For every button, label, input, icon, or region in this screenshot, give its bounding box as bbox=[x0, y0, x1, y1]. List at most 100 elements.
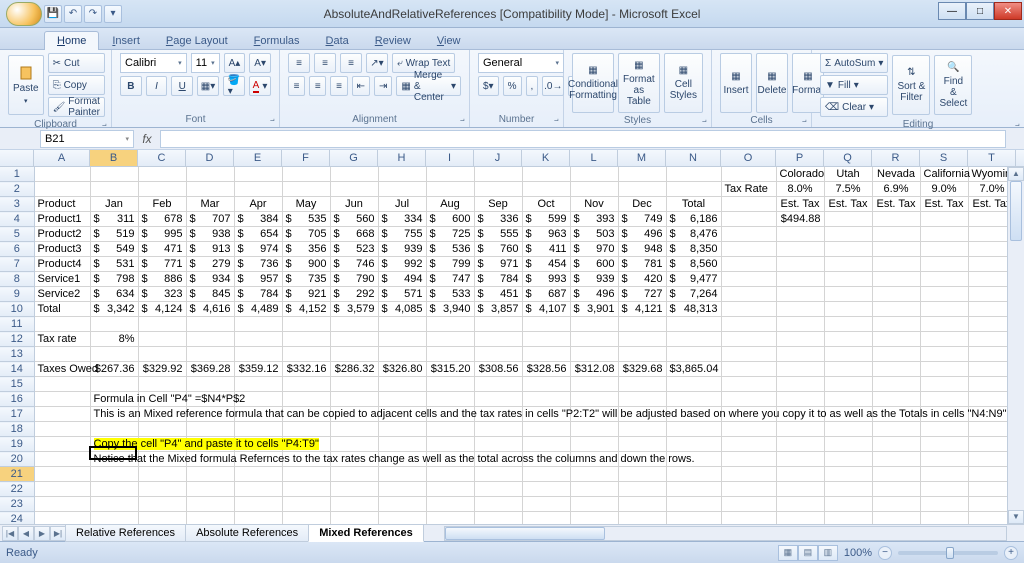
row-header-12[interactable]: 12 bbox=[0, 332, 34, 347]
qat-redo[interactable]: ↷ bbox=[84, 5, 102, 23]
cell-B16[interactable]: Formula in Cell "P4" =$N4*P$2 bbox=[90, 392, 138, 407]
cell-H24[interactable] bbox=[378, 512, 426, 525]
cell-S15[interactable] bbox=[920, 377, 968, 392]
increase-indent-button[interactable]: ⇥ bbox=[374, 76, 392, 96]
cell-P12[interactable] bbox=[776, 332, 824, 347]
cell-L12[interactable] bbox=[570, 332, 618, 347]
close-button[interactable]: ✕ bbox=[994, 2, 1022, 20]
cell-B9[interactable]: $634 bbox=[90, 287, 138, 302]
cell-H5[interactable]: $755 bbox=[378, 227, 426, 242]
cell-R23[interactable] bbox=[872, 497, 920, 512]
cell-B21[interactable] bbox=[90, 467, 138, 482]
cell-R21[interactable] bbox=[872, 467, 920, 482]
cell-L10[interactable]: $3,901 bbox=[570, 302, 618, 317]
cell-J15[interactable] bbox=[474, 377, 522, 392]
cell-R11[interactable] bbox=[872, 317, 920, 332]
cell-C15[interactable] bbox=[138, 377, 186, 392]
cell-N20[interactable] bbox=[666, 452, 721, 467]
cell-B15[interactable] bbox=[90, 377, 138, 392]
cell-S18[interactable] bbox=[920, 422, 968, 437]
cell-B1[interactable] bbox=[90, 167, 138, 182]
merge-center-button[interactable]: ▦ Merge & Center ▾ bbox=[396, 76, 461, 96]
cell-L8[interactable]: $939 bbox=[570, 272, 618, 287]
cell-F8[interactable]: $735 bbox=[282, 272, 330, 287]
cell-C13[interactable] bbox=[138, 347, 186, 362]
cell-M4[interactable]: $749 bbox=[618, 212, 666, 227]
row-header-9[interactable]: 9 bbox=[0, 287, 34, 302]
cell-S11[interactable] bbox=[920, 317, 968, 332]
cell-E9[interactable]: $784 bbox=[234, 287, 282, 302]
cell-M18[interactable] bbox=[618, 422, 666, 437]
cell-N4[interactable]: $6,186 bbox=[666, 212, 721, 227]
cell-D17[interactable] bbox=[186, 407, 234, 422]
cell-L7[interactable]: $600 bbox=[570, 257, 618, 272]
autosum-button[interactable]: Σ AutoSum ▾ bbox=[820, 53, 888, 73]
cell-F22[interactable] bbox=[282, 482, 330, 497]
cell-N15[interactable] bbox=[666, 377, 721, 392]
cell-E1[interactable] bbox=[234, 167, 282, 182]
cell-A4[interactable]: Product1 bbox=[34, 212, 90, 227]
cell-L21[interactable] bbox=[570, 467, 618, 482]
cell-B5[interactable]: $519 bbox=[90, 227, 138, 242]
cell-J17[interactable] bbox=[474, 407, 522, 422]
formula-input[interactable] bbox=[160, 130, 1006, 148]
cell-F14[interactable]: $332.16 bbox=[282, 362, 330, 377]
cell-I3[interactable]: Aug bbox=[426, 197, 474, 212]
cell-M11[interactable] bbox=[618, 317, 666, 332]
cell-E15[interactable] bbox=[234, 377, 282, 392]
col-header-N[interactable]: N bbox=[666, 150, 721, 166]
minimize-button[interactable]: — bbox=[938, 2, 966, 20]
cell-A10[interactable]: Total bbox=[34, 302, 90, 317]
cell-K7[interactable]: $454 bbox=[522, 257, 570, 272]
cell-A20[interactable] bbox=[34, 452, 90, 467]
cell-O15[interactable] bbox=[721, 377, 776, 392]
maximize-button[interactable]: □ bbox=[966, 2, 994, 20]
cell-B20[interactable]: Notice that the Mixed formula Refernces … bbox=[90, 452, 138, 467]
find-select-button[interactable]: 🔍Find & Select bbox=[934, 55, 972, 115]
cell-E12[interactable] bbox=[234, 332, 282, 347]
cut-button[interactable]: ✂ Cut bbox=[48, 53, 105, 73]
cell-G14[interactable]: $286.32 bbox=[330, 362, 378, 377]
comma-button[interactable]: , bbox=[526, 76, 539, 96]
cell-C19[interactable] bbox=[138, 437, 186, 452]
cell-O21[interactable] bbox=[721, 467, 776, 482]
cell-P21[interactable] bbox=[776, 467, 824, 482]
cell-D23[interactable] bbox=[186, 497, 234, 512]
cell-F21[interactable] bbox=[282, 467, 330, 482]
cell-R7[interactable] bbox=[872, 257, 920, 272]
cell-R1[interactable]: Nevada bbox=[872, 167, 920, 182]
cell-P9[interactable] bbox=[776, 287, 824, 302]
cell-B13[interactable] bbox=[90, 347, 138, 362]
fill-button[interactable]: ▼ Fill ▾ bbox=[820, 75, 888, 95]
cell-J24[interactable] bbox=[474, 512, 522, 525]
cell-J16[interactable] bbox=[474, 392, 522, 407]
cell-R24[interactable] bbox=[872, 512, 920, 525]
cell-J10[interactable]: $3,857 bbox=[474, 302, 522, 317]
cell-I18[interactable] bbox=[426, 422, 474, 437]
cell-L24[interactable] bbox=[570, 512, 618, 525]
cell-M2[interactable] bbox=[618, 182, 666, 197]
cell-B3[interactable]: Jan bbox=[90, 197, 138, 212]
qat-undo[interactable]: ↶ bbox=[64, 5, 82, 23]
number-format-combo[interactable]: General▾ bbox=[478, 53, 564, 73]
cell-R12[interactable] bbox=[872, 332, 920, 347]
row-header-8[interactable]: 8 bbox=[0, 272, 34, 287]
cell-H7[interactable]: $992 bbox=[378, 257, 426, 272]
cell-P20[interactable] bbox=[776, 452, 824, 467]
cell-I15[interactable] bbox=[426, 377, 474, 392]
cell-L11[interactable] bbox=[570, 317, 618, 332]
cell-H16[interactable] bbox=[378, 392, 426, 407]
cell-M7[interactable]: $781 bbox=[618, 257, 666, 272]
cell-S2[interactable]: 9.0% bbox=[920, 182, 968, 197]
cell-B2[interactable] bbox=[90, 182, 138, 197]
percent-button[interactable]: % bbox=[503, 76, 522, 96]
cell-B12[interactable]: 8% bbox=[90, 332, 138, 347]
cell-M3[interactable]: Dec bbox=[618, 197, 666, 212]
row-header-18[interactable]: 18 bbox=[0, 422, 34, 437]
cell-C9[interactable]: $323 bbox=[138, 287, 186, 302]
cell-P17[interactable] bbox=[776, 407, 824, 422]
cell-I19[interactable] bbox=[426, 437, 474, 452]
cell-C11[interactable] bbox=[138, 317, 186, 332]
cell-S3[interactable]: Est. Tax bbox=[920, 197, 968, 212]
col-header-B[interactable]: B bbox=[90, 150, 138, 166]
